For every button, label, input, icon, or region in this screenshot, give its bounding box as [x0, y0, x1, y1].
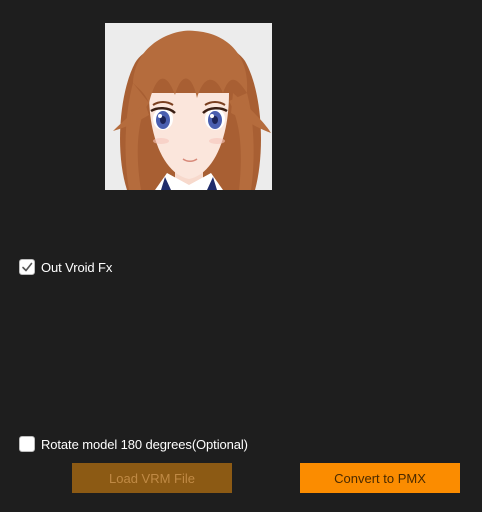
out-vroid-fx-label: Out Vroid Fx [41, 259, 113, 275]
check-icon [22, 262, 33, 272]
out-vroid-fx-checkbox[interactable] [19, 259, 35, 275]
rotate-model-checkbox[interactable] [19, 436, 35, 452]
load-vrm-file-button[interactable]: Load VRM File [72, 463, 232, 493]
app-window: Out Vroid Fx Rotate model 180 degrees(Op… [0, 0, 482, 512]
avatar-thumbnail-image [105, 23, 272, 190]
rotate-model-label: Rotate model 180 degrees(Optional) [41, 436, 248, 452]
avatar-thumbnail [105, 23, 272, 190]
out-vroid-fx-option: Out Vroid Fx [19, 257, 112, 277]
convert-to-pmx-button[interactable]: Convert to PMX [300, 463, 460, 493]
rotate-model-option: Rotate model 180 degrees(Optional) [19, 434, 248, 454]
